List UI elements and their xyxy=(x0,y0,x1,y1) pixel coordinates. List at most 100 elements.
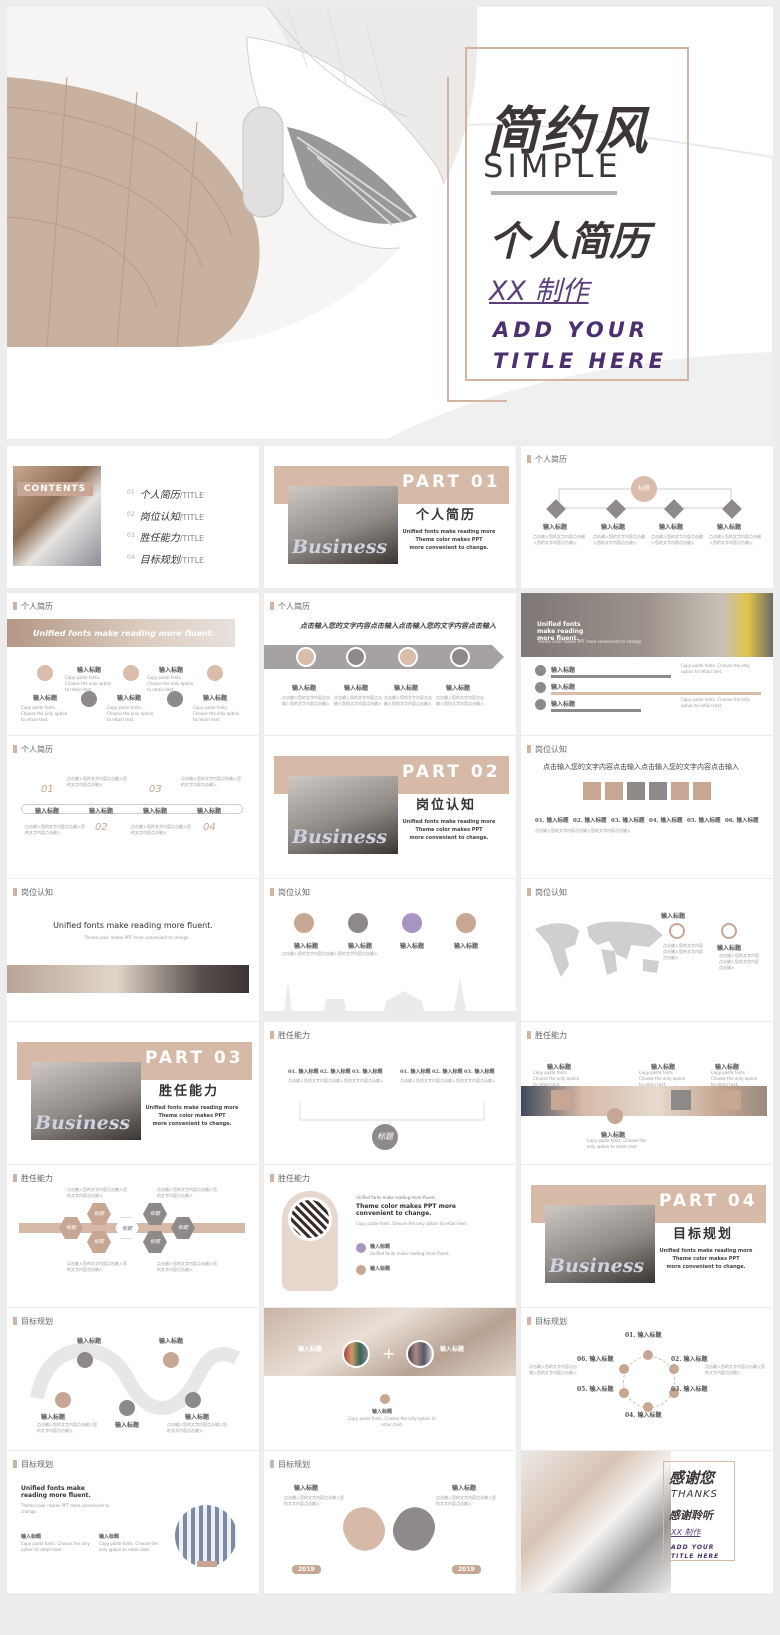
banner-text: Unified fonts make reading more fluent. xyxy=(33,629,215,638)
plus-title: 输入标题 xyxy=(298,1346,323,1353)
strip-body: Copy paste fonts. Choose the only option… xyxy=(711,1070,758,1087)
wall-photo xyxy=(264,1308,516,1376)
divider-bar xyxy=(491,191,617,195)
six-icon xyxy=(583,782,601,800)
drop-title: 输入标题 xyxy=(33,695,58,702)
drop-icon xyxy=(81,691,97,707)
thanks-tagline: ADD YOUR TITLE HERE xyxy=(671,1543,719,1561)
contents-item[interactable]: 01 个人简历/TITLE xyxy=(127,484,204,506)
strip-icon xyxy=(671,1090,691,1110)
wave-body: 点击输入您的文字内容点击输入您的文字内容点击输入 xyxy=(37,1422,97,1433)
slide-part02: Business PART 02 岗位认知 Unified fonts make… xyxy=(264,736,516,878)
header-text: 目标规划 xyxy=(278,1460,310,1469)
slide-s2-six: 岗位认知 点击输入您的文字内容点击输入点击输入您的文字内容点击输入 01. 输入… xyxy=(521,736,773,878)
business-photo: Business xyxy=(288,486,398,564)
capsule-body: 点击输入您的文字内容点击输入您的文字内容点击输入 xyxy=(284,1495,344,1506)
slide-s2-map: 岗位认知 输入标题 输入标题 点击输入您的文字内容点击输入您的文字内容点击输入 … xyxy=(521,879,773,1021)
drop-icon xyxy=(167,691,183,707)
tree-lines xyxy=(558,488,732,509)
six-title: 04. 输入标题 xyxy=(649,818,683,824)
badge-pattern xyxy=(288,1197,332,1241)
part-subtitle: Unified fonts make reading more Theme col… xyxy=(394,818,504,842)
tagline-line: ADD YOUR xyxy=(671,1544,715,1551)
cover-author: XX 制作 xyxy=(489,276,589,307)
contents-item[interactable]: 04 目标规划/TITLE xyxy=(127,549,204,571)
badge-body: Copy paste fonts. Choose the only option… xyxy=(356,1221,468,1226)
arrow-body: 点击输入您的文字内容点击输入您的文字内容点击输入 xyxy=(334,695,382,706)
slide-s2-fluent: 岗位认知 Unified fonts make reading more flu… xyxy=(7,879,259,1021)
node-title: 输入标题 xyxy=(601,524,626,531)
drop-body: Copy paste fonts. Choose the only option… xyxy=(107,705,154,722)
wave-icon xyxy=(77,1352,93,1368)
item-cn: 个人简历 xyxy=(139,490,180,501)
thanks-en: THANKS xyxy=(671,1489,718,1500)
tagline-line: ADD YOUR xyxy=(493,318,649,342)
slide-s4-wave: 目标规划 输入标题 输入标题 输入标题 输入标题 输入标题 点击输入您的文字内容… xyxy=(7,1308,259,1450)
progress-bar xyxy=(551,709,641,712)
wave-title: 输入标题 xyxy=(159,1338,184,1345)
strip-body: Copy paste fonts. Choose the only option… xyxy=(587,1138,646,1149)
ring-dot xyxy=(643,1350,653,1360)
newspaper-text: Business xyxy=(35,1112,131,1134)
contents-item[interactable]: 03 胜任能力/TITLE xyxy=(127,527,204,549)
wave-title: 输入标题 xyxy=(77,1338,102,1345)
cover-subtitle: 个人简历 xyxy=(489,218,649,265)
item-num: 03 xyxy=(127,532,135,539)
feature-title: 输入标题 xyxy=(400,943,425,950)
hex-node: 标题 xyxy=(115,1217,139,1239)
bar-icon xyxy=(535,699,546,710)
map-body: 点击输入您的文字内容点击输入您的文字内容点击输入 xyxy=(663,943,703,960)
badge-kicker: Unified fonts make reading more fluent. xyxy=(356,1195,436,1200)
business-photo: Business xyxy=(288,776,398,854)
slide-header: 目标规划 xyxy=(13,1459,53,1470)
arrow-body: 点击输入您的文字内容点击输入您的文字内容点击输入 xyxy=(384,695,432,706)
slide-s3-hex: 胜任能力 标题 标题 标题 标题 标题 标题 标题 点击输入您的文字内容点击输入… xyxy=(7,1165,259,1307)
drop-title: 输入标题 xyxy=(117,695,142,702)
slide-header: 目标规划 xyxy=(527,1316,567,1327)
plus-icon-small xyxy=(380,1394,390,1404)
year-tag: 2019 xyxy=(292,1565,321,1574)
thanks-photo xyxy=(521,1451,671,1593)
hex-body: 点击输入您的文字内容点击输入您的文字内容点击输入 xyxy=(157,1187,217,1198)
sub-line: more convenient to change. xyxy=(409,545,489,551)
drop-icon xyxy=(207,665,223,681)
skyline-silhouette xyxy=(264,977,516,1021)
arrow-title: 输入标题 xyxy=(446,685,471,692)
sub-line: more convenient to change. xyxy=(409,835,489,841)
slide-s4-plus: + 输入标题 输入标题 输入标题 Copy paste fonts. Choos… xyxy=(264,1308,516,1450)
sub-line: Unified fonts make reading more xyxy=(145,1105,239,1111)
slide-header: 岗位认知 xyxy=(527,887,567,898)
part-number: PART 02 xyxy=(402,762,501,782)
wave-title: 输入标题 xyxy=(115,1422,140,1429)
slide-header: 胜任能力 xyxy=(270,1173,310,1184)
hex-node: 标题 xyxy=(87,1203,111,1225)
feature-body: 点击输入您的文字内容点击输入您的文字内容点击输入 xyxy=(282,951,378,956)
slide-s3-strip: 胜任能力 输入标题 输入标题 输入标题 输入标题 Copy paste font… xyxy=(521,1022,773,1164)
header-text: 目标规划 xyxy=(535,1317,567,1326)
slide-header: 个人简历 xyxy=(13,744,53,755)
slide-headline: 点击输入您的文字内容点击输入点击输入您的文字内容点击输入 xyxy=(543,763,739,771)
contents-item[interactable]: 02 岗位认知/TITLE xyxy=(127,506,204,528)
six-icon xyxy=(671,782,689,800)
six-title: 03. 输入标题 xyxy=(611,818,645,824)
feature-title: 输入标题 xyxy=(454,943,479,950)
plus-body: Copy paste fonts. Choose the only option… xyxy=(348,1416,436,1427)
arrow-body: 点击输入您的文字内容点击输入您的文字内容点击输入 xyxy=(282,695,330,706)
wave-icon xyxy=(119,1400,135,1416)
slide-part03: Business PART 03 胜任能力 Unified fonts make… xyxy=(7,1022,259,1164)
sub-line: more convenient to change. xyxy=(666,1264,746,1270)
hex-body: 点击输入您的文字内容点击输入您的文字内容点击输入 xyxy=(157,1261,217,1272)
six-icon xyxy=(693,782,711,800)
item-num: 04 xyxy=(127,553,135,561)
six-title: 06. 输入标题 xyxy=(725,818,759,824)
wave-title: 输入标题 xyxy=(185,1414,210,1421)
slide-s1-timeline: 个人简历 01 02 03 04 输入标题 输入标题 输入标题 输入标题 点击输… xyxy=(7,736,259,878)
bar-title: 输入标题 xyxy=(551,684,576,691)
strip-body: Copy paste fonts. Choose the only option… xyxy=(533,1070,580,1087)
frame-accent-line xyxy=(447,77,449,402)
ring-title: 04. 输入标题 xyxy=(625,1412,662,1419)
slide-s4-capsules: 目标规划 输入标题 输入标题 点击输入您的文字内容点击输入您的文字内容点击输入 … xyxy=(264,1451,516,1593)
plus-bottom-title: 输入标题 xyxy=(372,1409,393,1415)
capsule xyxy=(335,1499,393,1559)
six-icon xyxy=(627,782,645,800)
